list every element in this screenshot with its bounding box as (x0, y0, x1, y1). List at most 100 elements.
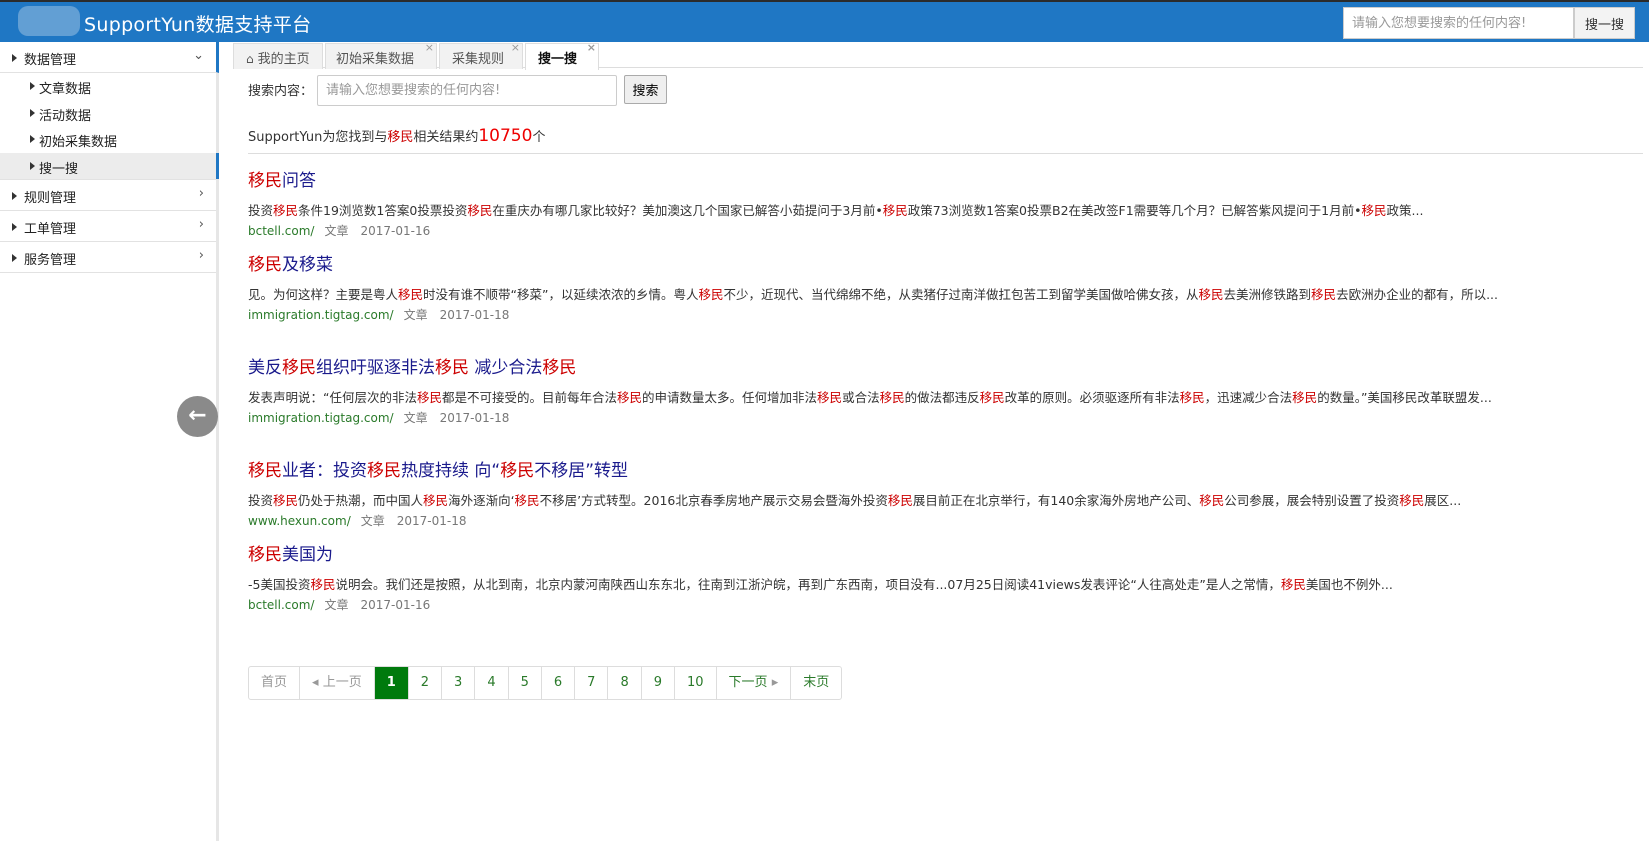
caret-right-icon (12, 254, 17, 262)
text-segment: 减少合法 (469, 358, 543, 378)
page-number-button[interactable]: 5 (509, 667, 542, 699)
result-title-link[interactable]: 美反移民组织吁驱逐非法移民 减少合法移民 (248, 353, 1638, 378)
text-segment: 海外逐渐向‘ (448, 493, 515, 508)
page-next-button[interactable]: 下一页 ▸ (717, 667, 792, 699)
page-number-button[interactable]: 6 (542, 667, 576, 699)
result-title-link[interactable]: 移民业者：投资移民热度持续 向“移民不移居”转型 (248, 456, 1638, 481)
text-segment: 的做法都违反 (904, 390, 980, 405)
sidebar-group-rule-management[interactable]: 规则管理 › (0, 180, 216, 211)
sidebar-group-ticket-management[interactable]: 工单管理 › (0, 211, 216, 242)
close-icon[interactable]: × (511, 41, 520, 54)
sidebar-item-activities[interactable]: 活动数据 (0, 100, 216, 127)
result-url[interactable]: immigration.tigtag.com/ (248, 411, 394, 425)
result-snippet: 投资移民仍处于热潮，而中国人移民海外逐渐向‘移民不移居’方式转型。2016北京春… (248, 490, 1638, 511)
result-title-link[interactable]: 移民问答 (248, 166, 1638, 191)
highlight-keyword: 移民 (698, 287, 724, 302)
result-url[interactable]: bctell.com/ (248, 224, 314, 238)
pagination: 首页 ◂ 上一页 1 2 3 4 5 6 7 8 9 10 下一页 ▸ 末页 (248, 666, 843, 700)
page-number-button[interactable]: 10 (675, 667, 717, 699)
close-icon[interactable]: × (587, 41, 596, 54)
tab-label: 采集规则 (452, 52, 505, 67)
caret-left-icon: ◂ (312, 675, 323, 690)
result-title-link[interactable]: 移民及移菜 (248, 250, 1638, 275)
arrow-left-icon: ← (188, 403, 207, 428)
text-segment: 见。为何这样？主要是粤人 (248, 287, 399, 302)
highlight-keyword: 移民 (882, 203, 908, 218)
summary-prefix: SupportYun为您找到与 (248, 130, 388, 145)
sidebar-group-label: 工单管理 (24, 222, 77, 237)
result-item: 移民问答 投资移民条件19浏览数1答案0投票投资移民在重庆办有哪几家比较好？美加… (248, 166, 1638, 239)
highlight-keyword: 移民 (398, 287, 424, 302)
text-segment: 投资 (248, 203, 274, 218)
caret-right-icon (12, 54, 17, 62)
sidebar-item-label: 活动数据 (39, 108, 92, 124)
page-last-button[interactable]: 末页 (791, 667, 841, 699)
tab-collect-rules[interactable]: 采集规则 × (439, 41, 523, 69)
text-segment: 不少，近现代、当代绵绵不绝，从卖猪仔过南洋做扛包苦工到留学美国做哈佛女孩，从 (723, 287, 1199, 302)
text-segment: 业者：投资 (282, 461, 367, 481)
text-segment: 不移居”转型 (534, 461, 629, 481)
result-title-link[interactable]: 移民美国为 (248, 540, 1638, 565)
highlight-keyword: 移民 (273, 493, 299, 508)
tab-home[interactable]: ⌂ 我的主页 (233, 43, 323, 69)
result-snippet: 发表声明说：“任何层次的非法移民都是不可接受的。目前每年合法移民的申请数量太多。… (248, 387, 1638, 408)
sidebar-group-label: 规则管理 (24, 191, 77, 206)
text-segment: 政策... (1386, 203, 1424, 218)
sidebar-item-raw-data[interactable]: 初始采集数据 (0, 126, 216, 153)
sidebar-item-search[interactable]: 搜一搜 (0, 152, 219, 179)
sidebar-group-service-management[interactable]: 服务管理 › (0, 242, 216, 273)
caret-right-icon (30, 161, 35, 170)
header-search-input[interactable] (1343, 7, 1574, 39)
home-icon: ⌂ (246, 52, 254, 66)
sidebar-item-articles[interactable]: 文章数据 (0, 73, 216, 100)
caret-right-icon (30, 135, 35, 143)
result-summary: SupportYun为您找到与移民相关结果约10750个 (248, 126, 545, 146)
highlight-keyword: 移民 (1179, 390, 1205, 405)
result-date: 2017-01-16 (360, 598, 431, 612)
sidebar-collapse-button[interactable]: ← (177, 396, 218, 437)
page-first-button[interactable]: 首页 (249, 667, 301, 699)
summary-middle: 相关结果约 (413, 130, 479, 145)
page-number-button[interactable]: 7 (575, 667, 609, 699)
page-number-button[interactable]: 9 (642, 667, 675, 699)
result-url[interactable]: bctell.com/ (248, 598, 314, 612)
highlight-keyword: 移民 (435, 358, 469, 378)
sidebar-group-data-management[interactable]: 数据管理 ⌄ (0, 42, 219, 73)
result-date: 2017-01-18 (396, 514, 467, 528)
sidebar: 数据管理 ⌄ 文章数据 活动数据 初始采集数据 搜一搜 规则管理 › 工单管理 … (0, 42, 219, 841)
text-segment: 仍处于热潮，而中国人 (298, 493, 424, 508)
text-segment: 组织吁驱逐非法 (316, 358, 435, 378)
highlight-keyword: 移民 (1198, 287, 1224, 302)
result-meta: immigration.tigtag.com/文章 2017-01-18 (248, 306, 1638, 323)
text-segment: 的数量。”美国移民改革联盟发... (1317, 390, 1492, 405)
highlight-keyword: 移民 (879, 390, 905, 405)
page-number-button[interactable]: 3 (442, 667, 476, 699)
header-search-button[interactable]: 搜一搜 (1574, 7, 1635, 39)
page-prev-button[interactable]: ◂ 上一页 (300, 667, 375, 699)
text-segment: 展区... (1424, 493, 1462, 508)
page-number-button[interactable]: 1 (374, 667, 409, 699)
highlight-keyword: 移民 (367, 461, 401, 481)
summary-keyword: 移民 (387, 130, 414, 145)
text-segment: 在重庆办有哪几家比较好？美加澳这几个国家已解答小茹提问于3月前• (492, 203, 883, 218)
page-number-button[interactable]: 2 (409, 667, 443, 699)
tab-raw-data[interactable]: 初始采集数据 × (325, 41, 437, 69)
caret-right-icon (12, 223, 17, 231)
result-snippet: 投资移民条件19浏览数1答案0投票投资移民在重庆办有哪几家比较好？美加澳这几个国… (248, 200, 1638, 221)
tab-label: 我的主页 (257, 52, 310, 67)
highlight-keyword: 移民 (817, 390, 843, 405)
close-icon[interactable]: × (425, 41, 434, 54)
highlight-keyword: 移民 (423, 493, 449, 508)
tab-search[interactable]: 搜一搜 × (525, 41, 599, 70)
tab-label: 初始采集数据 (336, 52, 415, 67)
search-button[interactable]: 搜索 (624, 75, 667, 104)
text-segment: 及移菜 (282, 255, 333, 275)
page-number-button[interactable]: 4 (475, 667, 509, 699)
highlight-keyword: 移民 (248, 171, 282, 191)
result-url[interactable]: immigration.tigtag.com/ (248, 308, 394, 322)
highlight-keyword: 移民 (273, 203, 299, 218)
result-url[interactable]: www.hexun.com/ (248, 514, 351, 528)
search-input[interactable] (317, 75, 617, 106)
sidebar-submenu: 文章数据 活动数据 初始采集数据 搜一搜 (0, 73, 219, 180)
page-number-button[interactable]: 8 (608, 667, 642, 699)
